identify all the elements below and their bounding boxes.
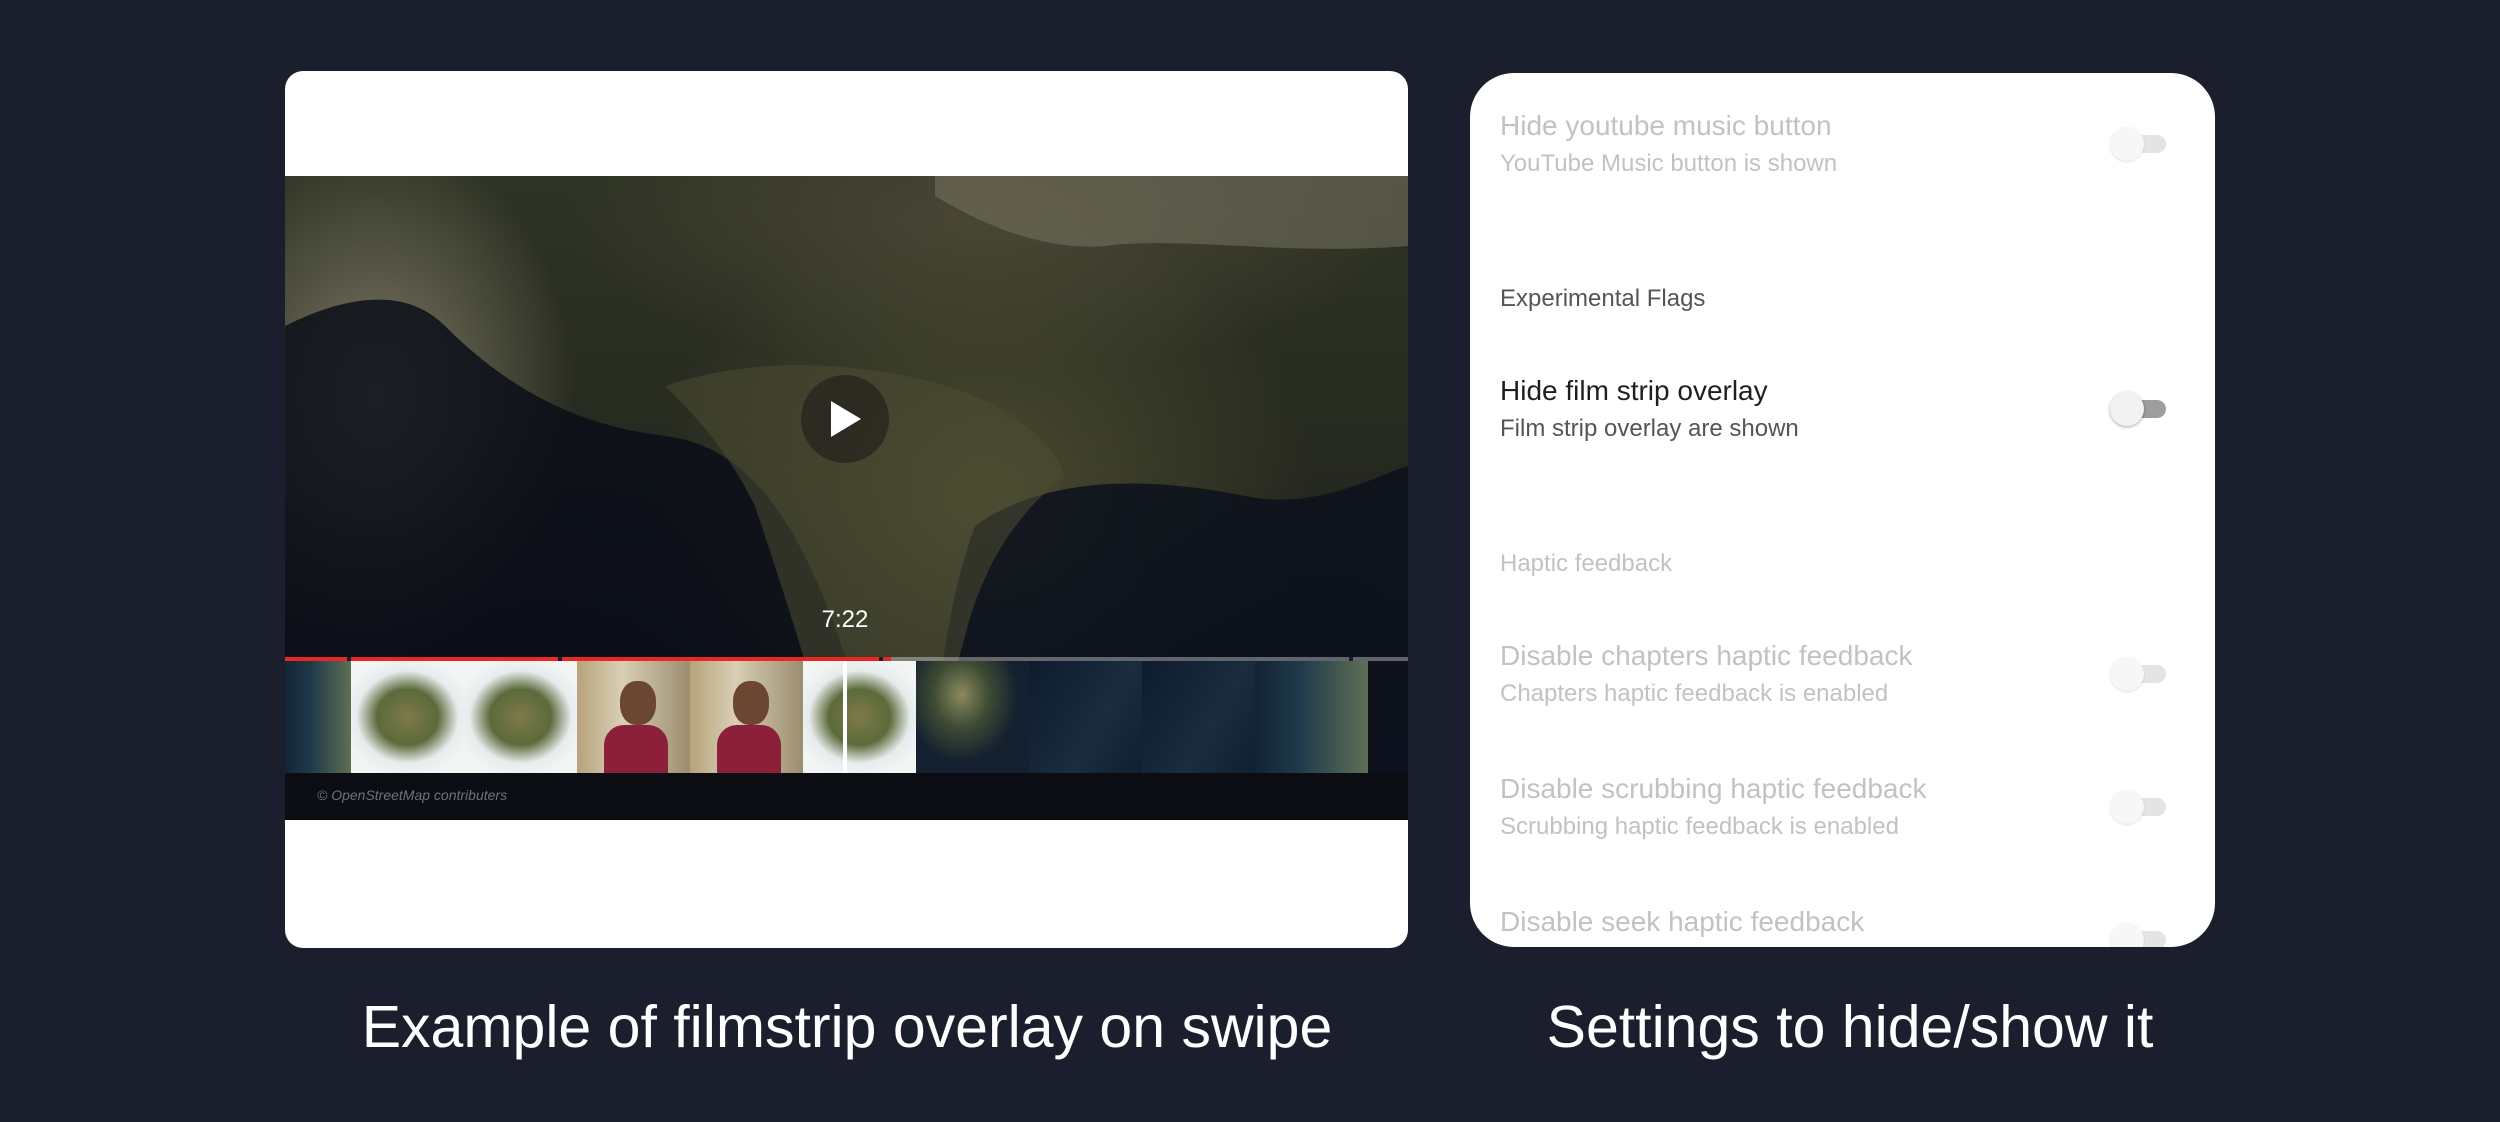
- filmstrip-frame: [690, 661, 803, 773]
- setting-hide-film-strip-overlay[interactable]: Hide film strip overlay Film strip overl…: [1500, 375, 2215, 443]
- setting-hide-youtube-music-button[interactable]: Hide youtube music button YouTube Music …: [1500, 110, 2215, 178]
- caption-right: Settings to hide/show it: [1546, 994, 2154, 1060]
- video-preview-card: 7:22 © OpenStreetMap contributers: [285, 71, 1408, 948]
- filmstrip-frame: [351, 661, 464, 773]
- toggle-thumb: [2110, 392, 2144, 426]
- setting-disable-chapters-haptic-feedback[interactable]: Disable chapters haptic feedback Chapter…: [1500, 640, 2215, 708]
- setting-summary: YouTube Music button is shown: [1500, 150, 1838, 177]
- setting-title: Disable chapters haptic feedback: [1500, 640, 1913, 671]
- setting-summary: Scrubbing haptic feedback is enabled: [1500, 813, 1899, 840]
- filmstrip-frame: [916, 661, 1029, 773]
- filmstrip-frame: [464, 661, 577, 773]
- filmstrip-frame: [1142, 661, 1255, 773]
- caption-left: Example of filmstrip overlay on swipe: [361, 994, 1333, 1060]
- filmstrip-playhead: [843, 661, 847, 773]
- section-header-experimental-flags: Experimental Flags: [1500, 285, 1706, 312]
- setting-title: Disable seek haptic feedback: [1500, 906, 1865, 937]
- scrub-time-label: 7:22: [821, 606, 869, 633]
- setting-disable-scrubbing-haptic-feedback[interactable]: Disable scrubbing haptic feedback Scrubb…: [1500, 773, 2215, 841]
- toggle-thumb: [2110, 657, 2144, 691]
- attribution-bar: © OpenStreetMap contributers: [285, 773, 1408, 820]
- filmstrip-frame: [577, 661, 690, 773]
- filmstrip-frame: [285, 661, 351, 773]
- map-attribution: © OpenStreetMap contributers: [317, 787, 508, 803]
- play-button[interactable]: [801, 375, 889, 463]
- setting-title: Hide film strip overlay: [1500, 375, 1768, 406]
- toggle-hide-youtube-music-button[interactable]: [2110, 123, 2170, 163]
- setting-summary: Chapters haptic feedback is enabled: [1500, 680, 1889, 707]
- toggle-disable-seek-haptic-feedback[interactable]: [2110, 919, 2170, 947]
- filmstrip-frame: [1255, 661, 1368, 773]
- play-icon: [831, 401, 861, 437]
- filmstrip-frame: [1029, 661, 1142, 773]
- toggle-disable-scrubbing-haptic-feedback[interactable]: [2110, 786, 2170, 826]
- setting-title: Disable scrubbing haptic feedback: [1500, 773, 1927, 804]
- settings-panel: Hide youtube music button YouTube Music …: [1470, 73, 2215, 947]
- toggle-hide-film-strip-overlay[interactable]: [2110, 388, 2170, 428]
- section-header-haptic-feedback: Haptic feedback: [1500, 550, 1673, 577]
- filmstrip-frame: [803, 661, 916, 773]
- toggle-thumb: [2110, 127, 2144, 161]
- toggle-thumb: [2110, 923, 2144, 947]
- toggle-disable-chapters-haptic-feedback[interactable]: [2110, 653, 2170, 693]
- setting-summary: Film strip overlay are shown: [1500, 415, 1799, 442]
- video-player[interactable]: 7:22 © OpenStreetMap contributers: [285, 176, 1408, 820]
- toggle-thumb: [2110, 790, 2144, 824]
- setting-disable-seek-haptic-feedback[interactable]: Disable seek haptic feedback: [1500, 906, 2215, 938]
- setting-title: Hide youtube music button: [1500, 110, 1832, 141]
